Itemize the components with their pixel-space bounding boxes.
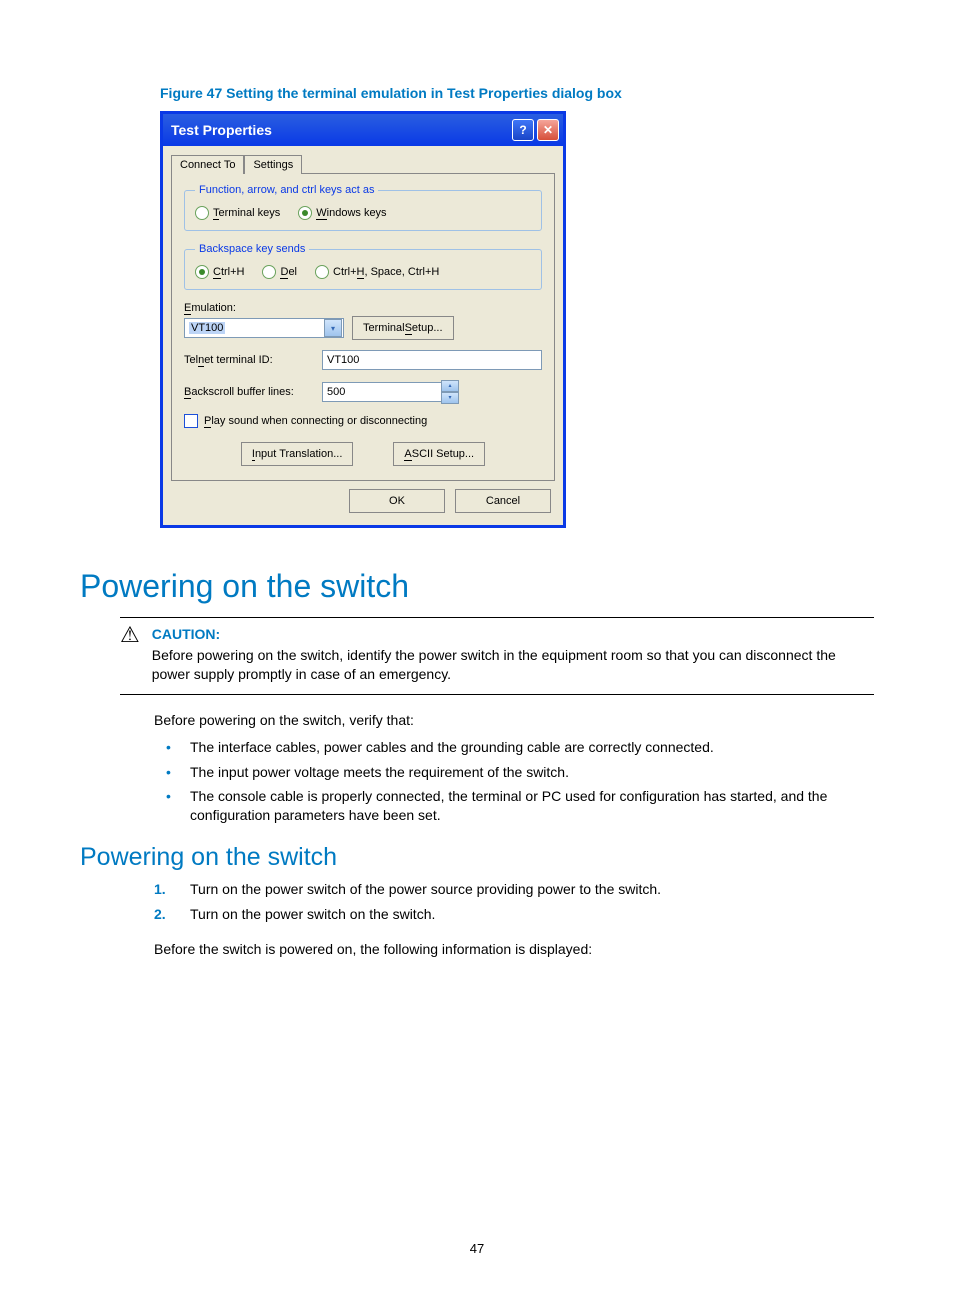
backspace-group: Backspace key sends Ctrl+H Del Ctrl+H, S…: [184, 243, 542, 290]
caution-icon: ⚠: [120, 624, 140, 684]
telnet-id-label: Telnet terminal ID:: [184, 354, 314, 366]
verify-list: The interface cables, power cables and t…: [154, 738, 874, 826]
backscroll-input[interactable]: 500: [322, 382, 442, 402]
emulation-value: VT100: [189, 322, 225, 334]
page-number: 47: [0, 1241, 954, 1256]
list-item: The console cable is properly connected,…: [154, 787, 874, 825]
emulation-label: Emulation:: [184, 302, 236, 314]
telnet-id-input[interactable]: VT100: [322, 350, 542, 370]
list-item: 2.Turn on the power switch on the switch…: [154, 905, 874, 924]
intro-text: Before powering on the switch, verify th…: [154, 711, 874, 730]
radio-windows-keys-label: Windows keys: [316, 207, 386, 219]
radio-ctrlh-label: Ctrl+H: [213, 266, 244, 278]
test-properties-dialog: Test Properties ? ✕ Connect To Settings …: [160, 111, 566, 528]
help-button[interactable]: ?: [512, 119, 534, 141]
list-item: 1.Turn on the power switch of the power …: [154, 880, 874, 899]
radio-on-icon: [298, 206, 312, 220]
radio-windows-keys[interactable]: Windows keys: [298, 206, 386, 220]
caution-text: Before powering on the switch, identify …: [152, 646, 874, 684]
chevron-down-icon: ▾: [441, 392, 459, 404]
cancel-button[interactable]: Cancel: [455, 489, 551, 513]
radio-on-icon: [195, 265, 209, 279]
play-sound-label: Play sound when connecting or disconnect…: [204, 415, 427, 427]
radio-del[interactable]: Del: [262, 265, 297, 279]
fnkeys-legend: Function, arrow, and ctrl keys act as: [195, 184, 378, 196]
close-button[interactable]: ✕: [537, 119, 559, 141]
backspace-legend: Backspace key sends: [195, 243, 309, 255]
chevron-up-icon: ▴: [441, 380, 459, 392]
radio-terminal-keys[interactable]: Terminal keys: [195, 206, 280, 220]
radio-off-icon: [262, 265, 276, 279]
ok-button[interactable]: OK: [349, 489, 445, 513]
radio-off-icon: [195, 206, 209, 220]
radio-ctrlh-space[interactable]: Ctrl+H, Space, Ctrl+H: [315, 265, 439, 279]
terminal-setup-button[interactable]: Terminal Setup...: [352, 316, 454, 340]
section-heading: Powering on the switch: [80, 568, 874, 605]
tab-settings[interactable]: Settings: [244, 155, 302, 174]
caution-box: ⚠ CAUTION: Before powering on the switch…: [120, 617, 874, 695]
title-bar: Test Properties ? ✕: [163, 114, 563, 146]
radio-off-icon: [315, 265, 329, 279]
tab-body-settings: Function, arrow, and ctrl keys act as Te…: [171, 173, 555, 481]
ascii-setup-button[interactable]: ASCII Setup...: [393, 442, 485, 466]
steps-list: 1.Turn on the power switch of the power …: [154, 880, 874, 924]
subsection-heading: Powering on the switch: [80, 843, 874, 872]
emulation-combo[interactable]: VT100 ▾: [184, 318, 344, 338]
radio-del-label: Del: [280, 266, 297, 278]
closing-text: Before the switch is powered on, the fol…: [154, 940, 874, 959]
list-item: The interface cables, power cables and t…: [154, 738, 874, 757]
input-translation-button[interactable]: Input Translation...: [241, 442, 354, 466]
caution-label: CAUTION:: [152, 626, 874, 642]
fnkeys-group: Function, arrow, and ctrl keys act as Te…: [184, 184, 542, 231]
tab-connect-to[interactable]: Connect To: [171, 155, 244, 174]
tab-strip: Connect To Settings: [171, 154, 555, 173]
chevron-down-icon: ▾: [324, 319, 342, 337]
list-item: The input power voltage meets the requir…: [154, 763, 874, 782]
radio-ctrlh-space-label: Ctrl+H, Space, Ctrl+H: [333, 266, 439, 278]
backscroll-spinner[interactable]: ▴ ▾: [441, 380, 459, 404]
window-title: Test Properties: [171, 122, 272, 138]
play-sound-checkbox-row[interactable]: Play sound when connecting or disconnect…: [184, 414, 542, 428]
radio-terminal-keys-label: Terminal keys: [213, 207, 280, 219]
backscroll-label: Backscroll buffer lines:: [184, 386, 314, 398]
radio-ctrlh[interactable]: Ctrl+H: [195, 265, 244, 279]
checkbox-icon: [184, 414, 198, 428]
figure-caption: Figure 47 Setting the terminal emulation…: [160, 85, 874, 101]
